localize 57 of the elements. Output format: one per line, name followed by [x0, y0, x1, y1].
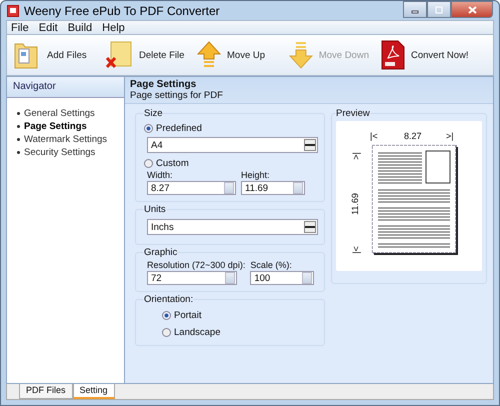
bottom-tab[interactable]: PDF Files	[19, 384, 73, 399]
navigator-item[interactable]: General Settings	[17, 107, 124, 120]
width-value: 8.27	[404, 131, 422, 141]
dimension-marker: >|	[446, 131, 454, 141]
menu-item[interactable]: Build	[68, 22, 92, 34]
resolution-field[interactable]: 72	[147, 271, 237, 285]
radio-option[interactable]: Portait	[162, 307, 318, 324]
group-title: Size	[144, 108, 162, 119]
toolbar-button[interactable]: Add Files	[7, 40, 99, 70]
group-title: Preview	[336, 108, 370, 119]
toolbar-button[interactable]: Convert Now!	[375, 40, 475, 70]
bullet-icon	[17, 125, 20, 128]
pdf-file-icon	[381, 40, 405, 70]
menu-item[interactable]: Help	[102, 22, 125, 34]
window-title: Weeny Free ePub To PDF Converter	[24, 4, 220, 18]
toolbar-button[interactable]: Delete File	[99, 40, 191, 70]
menu-item[interactable]: File	[11, 22, 29, 34]
minimize-button[interactable]	[403, 1, 427, 18]
width-field[interactable]: 8.27	[147, 181, 236, 195]
bullet-icon	[17, 151, 20, 154]
dimension-marker: |<	[370, 131, 378, 141]
app-icon	[7, 4, 19, 16]
scale-field[interactable]: 100	[250, 271, 314, 285]
close-button[interactable]	[451, 1, 493, 18]
field-label: Width:	[147, 170, 174, 181]
navigator-item[interactable]: Page Settings	[17, 120, 124, 133]
folder-delete-icon	[105, 40, 133, 70]
up-arrow-icon	[197, 41, 221, 69]
down-arrow-icon	[289, 41, 313, 69]
height-field[interactable]: 11.69	[241, 181, 305, 195]
navigator-item[interactable]: Watermark Settings	[17, 133, 124, 146]
maximize-icon	[435, 6, 443, 14]
dimension-marker: >|	[350, 152, 361, 160]
toolbar-button[interactable]: Move Up	[191, 41, 283, 69]
bottom-tab[interactable]: Setting	[72, 384, 115, 399]
menu-item[interactable]: Edit	[38, 22, 58, 34]
radio-option[interactable]: Custom	[144, 156, 318, 170]
bullet-icon	[17, 138, 20, 141]
dimension-marker: |<	[350, 246, 361, 254]
navigator-title: Navigator	[7, 77, 124, 98]
field-label: Height:	[241, 170, 271, 181]
paper-size-dropdown[interactable]: A4	[147, 137, 318, 153]
close-icon	[468, 6, 476, 14]
height-value: 11.69	[350, 193, 360, 215]
units-dropdown[interactable]: Inchs	[147, 219, 318, 235]
maximize-button[interactable]	[427, 1, 451, 18]
radio-option[interactable]: Predefined	[144, 121, 318, 135]
field-label: Scale (%):	[250, 260, 293, 271]
group-title: Orientation:	[144, 294, 194, 305]
radio-option[interactable]: Landscape	[162, 324, 318, 341]
section-subtitle: Page settings for PDF	[130, 90, 224, 101]
group-title: Graphic	[144, 247, 178, 258]
bullet-icon	[17, 112, 20, 115]
group-title: Units	[144, 204, 166, 215]
navigator-item[interactable]: Security Settings	[17, 146, 124, 159]
field-label: Resolution (72~300 dpi):	[147, 260, 246, 271]
section-title: Page Settings	[130, 79, 198, 90]
